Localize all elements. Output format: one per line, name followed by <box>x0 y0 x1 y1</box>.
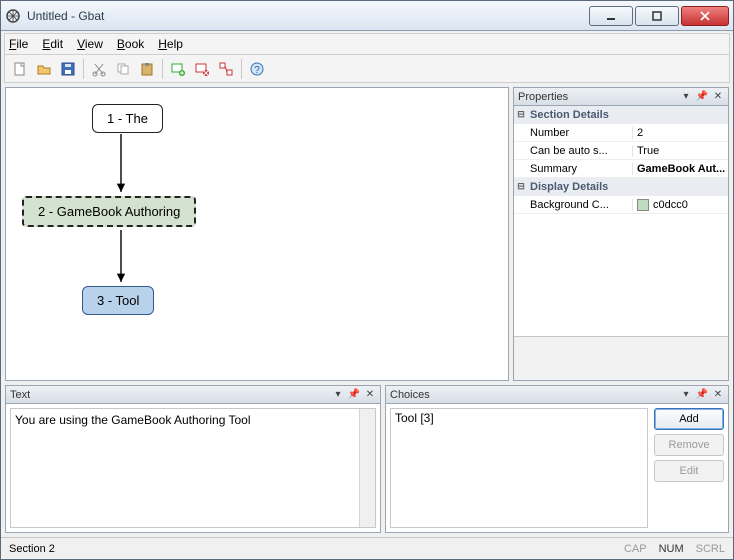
paste-icon[interactable] <box>136 58 158 80</box>
choice-item[interactable]: Tool [3] <box>395 411 643 425</box>
add-button[interactable]: Add <box>654 408 724 430</box>
add-section-icon[interactable] <box>167 58 189 80</box>
node-3[interactable]: 3 - Tool <box>82 286 154 315</box>
dropdown-icon[interactable]: ▾ <box>680 91 692 103</box>
text-editor[interactable]: You are using the GameBook Authoring Too… <box>10 408 376 528</box>
status-cap: CAP <box>624 543 647 555</box>
open-file-icon[interactable] <box>33 58 55 80</box>
pin-icon[interactable]: 📌 <box>348 389 360 401</box>
save-icon[interactable] <box>57 58 79 80</box>
properties-header[interactable]: Properties ▾ 📌 ✕ <box>514 88 728 106</box>
text-panel: Text ▾ 📌 ✕ You are using the GameBook Au… <box>5 385 381 533</box>
scrollbar[interactable] <box>359 409 375 527</box>
choices-header[interactable]: Choices ▾ 📌 ✕ <box>386 386 728 404</box>
close-icon[interactable]: ✕ <box>364 389 376 401</box>
menu-book[interactable]: Book <box>117 37 144 51</box>
edit-button[interactable]: Edit <box>654 460 724 482</box>
prop-background-color[interactable]: Background C...c0dcc0 <box>514 196 728 214</box>
app-window: Untitled - Gbat File Edit View Book Help… <box>0 0 734 560</box>
dropdown-icon[interactable]: ▾ <box>332 389 344 401</box>
connectors <box>6 88 508 380</box>
close-icon[interactable]: ✕ <box>712 389 724 401</box>
properties-panel: Properties ▾ 📌 ✕ ⊟Section Details Number… <box>513 87 729 381</box>
cut-icon[interactable] <box>88 58 110 80</box>
node-1[interactable]: 1 - The <box>92 104 163 133</box>
titlebar: Untitled - Gbat <box>1 1 733 31</box>
toolbar-separator <box>241 59 242 79</box>
category-display-details[interactable]: ⊟Display Details <box>514 178 728 196</box>
node-2-selected[interactable]: 2 - GameBook Authoring <box>22 196 196 227</box>
menu-view[interactable]: View <box>77 37 103 51</box>
toolbar-separator <box>162 59 163 79</box>
svg-text:?: ? <box>254 65 260 76</box>
minimize-button[interactable] <box>589 6 633 26</box>
prop-summary[interactable]: SummaryGameBook Aut... <box>514 160 728 178</box>
choices-list[interactable]: Tool [3] <box>390 408 648 528</box>
canvas-panel: 1 - The 2 - GameBook Authoring 3 - Tool <box>5 87 509 381</box>
menu-help[interactable]: Help <box>158 37 183 51</box>
status-text: Section 2 <box>9 543 55 555</box>
diagram-canvas[interactable]: 1 - The 2 - GameBook Authoring 3 - Tool <box>6 88 508 380</box>
maximize-button[interactable] <box>635 6 679 26</box>
text-header[interactable]: Text ▾ 📌 ✕ <box>6 386 380 404</box>
help-icon[interactable]: ? <box>246 58 268 80</box>
content-area: 1 - The 2 - GameBook Authoring 3 - Tool … <box>5 87 729 533</box>
close-button[interactable] <box>681 6 729 26</box>
dropdown-icon[interactable]: ▾ <box>680 389 692 401</box>
color-swatch <box>637 199 649 211</box>
pin-icon[interactable]: 📌 <box>696 389 708 401</box>
choices-panel: Choices ▾ 📌 ✕ Tool [3] Add Remove Edit <box>385 385 729 533</box>
menu-file[interactable]: File <box>9 37 28 51</box>
category-section-details[interactable]: ⊟Section Details <box>514 106 728 124</box>
prop-can-be-auto[interactable]: Can be auto s...True <box>514 142 728 160</box>
close-icon[interactable]: ✕ <box>712 91 724 103</box>
toolbar: ? <box>4 55 730 83</box>
property-grid[interactable]: ⊟Section Details Number2 Can be auto s..… <box>514 106 728 334</box>
remove-section-icon[interactable] <box>191 58 213 80</box>
new-file-icon[interactable] <box>9 58 31 80</box>
statusbar: Section 2 CAP NUM SCRL <box>1 537 733 559</box>
status-num: NUM <box>659 543 684 555</box>
link-icon[interactable] <box>215 58 237 80</box>
remove-button[interactable]: Remove <box>654 434 724 456</box>
pin-icon[interactable]: 📌 <box>696 91 708 103</box>
copy-icon[interactable] <box>112 58 134 80</box>
status-scrl: SCRL <box>696 543 725 555</box>
window-title: Untitled - Gbat <box>27 9 587 23</box>
property-description <box>514 336 728 380</box>
app-icon <box>5 8 21 24</box>
prop-number[interactable]: Number2 <box>514 124 728 142</box>
toolbar-separator <box>83 59 84 79</box>
menubar: File Edit View Book Help <box>4 33 730 55</box>
menu-edit[interactable]: Edit <box>42 37 63 51</box>
